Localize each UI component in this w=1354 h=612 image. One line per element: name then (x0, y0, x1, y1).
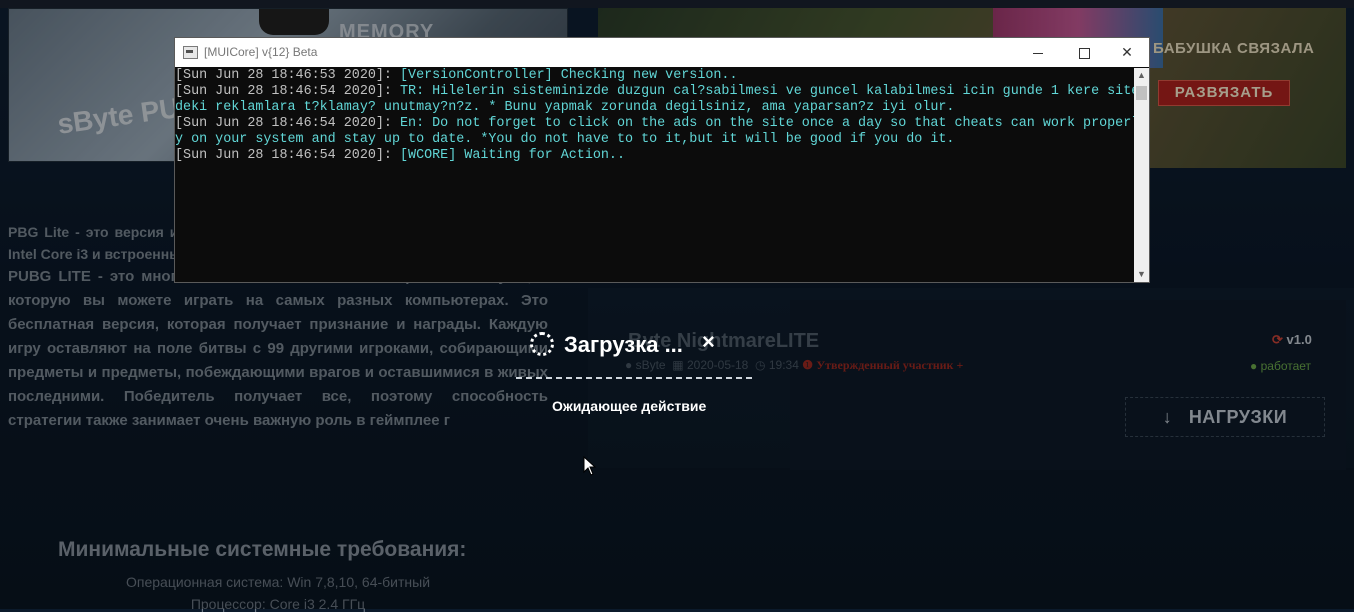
log-line: y on your system and stay up to date. *Y… (175, 132, 955, 147)
spinner-icon (530, 332, 554, 356)
close-icon: ✕ (1121, 44, 1133, 60)
scrollbar-thumb[interactable] (1136, 86, 1147, 100)
minimize-icon (1033, 52, 1043, 54)
console-window[interactable]: [MUICore] v{12} Beta ✕ [Sun Jun 28 18:46… (174, 37, 1150, 283)
scroll-down-icon[interactable]: ▼ (1134, 267, 1149, 282)
maximize-icon (1078, 47, 1090, 59)
loading-divider (516, 377, 752, 379)
log-line: [Sun Jun 28 18:46:54 2020]: En: Do not f… (175, 116, 1135, 131)
log-line: deki reklamlara t?klamay? unutmay?n?z. *… (175, 100, 955, 115)
log-line: [Sun Jun 28 18:46:54 2020]: [WCORE] Wait… (175, 148, 626, 163)
minimize-button[interactable] (1015, 38, 1061, 67)
log-line: [Sun Jun 28 18:46:54 2020]: TR: Hileleri… (175, 84, 1135, 99)
loading-subtitle: Ожидающее действие (552, 398, 707, 414)
maximize-button[interactable] (1061, 38, 1107, 67)
close-button[interactable]: ✕ (1104, 38, 1150, 67)
window-title: [MUICore] v{12} Beta (204, 45, 318, 59)
console-app-icon[interactable] (183, 46, 198, 59)
title-bar[interactable]: [MUICore] v{12} Beta ✕ (175, 38, 1149, 67)
log-line: [Sun Jun 28 18:46:53 2020]: [VersionCont… (175, 68, 738, 83)
loading-title: Загрузка ... (564, 332, 683, 357)
console-output[interactable]: [Sun Jun 28 18:46:53 2020]: [VersionCont… (175, 68, 1135, 282)
scroll-up-icon[interactable]: ▲ (1134, 68, 1149, 83)
vertical-scrollbar[interactable]: ▲ ▼ (1134, 68, 1149, 282)
loading-close-button[interactable]: × (702, 329, 715, 355)
